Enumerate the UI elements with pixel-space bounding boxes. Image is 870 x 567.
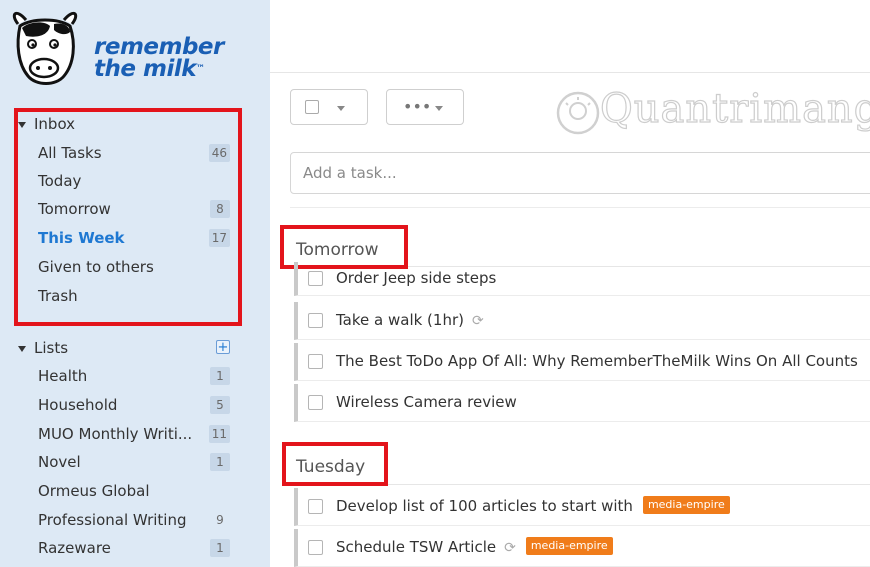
chevron-down-icon (435, 106, 443, 111)
lists-header[interactable]: Lists + (18, 334, 230, 362)
chevron-down-icon (337, 106, 345, 111)
checkbox-icon (305, 100, 319, 114)
sidebar-item-label: Professional Writing (38, 511, 187, 529)
brand-tm: ™ (196, 64, 205, 74)
tag-badge[interactable]: media-empire (642, 495, 730, 514)
sidebar-item-count: 5 (210, 396, 230, 414)
task-row[interactable]: Take a walk (1hr) ⟳ (294, 302, 870, 340)
refresh-icon: ⟳ (504, 540, 516, 556)
task-checkbox[interactable] (308, 313, 323, 328)
more-actions-button[interactable]: ••• (386, 89, 464, 125)
task-row[interactable]: Schedule TSW Article ⟳ media-empire (294, 529, 870, 567)
more-dots-icon: ••• (403, 97, 432, 116)
brand-line2: the milk (94, 56, 197, 82)
sidebar-item-label: Novel (38, 453, 81, 471)
sidebar: remember the milk™ Inbox All Tasks 46 To… (0, 0, 270, 567)
cow-logo-icon (12, 11, 78, 85)
add-list-button[interactable]: + (216, 340, 230, 354)
sidebar-item-label: Razeware (38, 539, 111, 557)
sidebar-item-count: 1 (210, 453, 230, 471)
watermark-text: Quantrimang (599, 85, 870, 132)
task-checkbox[interactable] (308, 271, 323, 286)
task-title: Schedule TSW Article (336, 538, 497, 556)
sidebar-item-count: 1 (210, 367, 230, 385)
tag-badge[interactable]: media-empire (525, 536, 613, 555)
task-row[interactable]: Order Jeep side steps (294, 262, 870, 296)
sidebar-item-professional-writing[interactable]: Professional Writing 9 (38, 506, 230, 534)
task-checkbox[interactable] (308, 395, 323, 410)
sidebar-item-household[interactable]: Household 5 (38, 391, 230, 419)
task-checkbox[interactable] (308, 499, 323, 514)
watermark-bulb-icon (556, 91, 600, 135)
divider (290, 207, 870, 208)
task-title: Order Jeep side steps (336, 269, 497, 287)
task-title: Develop list of 100 articles to start wi… (336, 497, 633, 515)
add-task-input[interactable]: Add a task... (290, 152, 870, 194)
task-title: The Best ToDo App Of All: Why RememberTh… (336, 352, 858, 370)
sidebar-item-label: Household (38, 396, 118, 414)
sidebar-item-label: MUO Monthly Writi... (38, 425, 193, 443)
refresh-icon: ⟳ (471, 313, 484, 329)
task-checkbox[interactable] (308, 354, 323, 369)
sidebar-item-count: 1 (210, 539, 230, 557)
sidebar-item-muo-monthly[interactable]: MUO Monthly Writi... 11 (38, 420, 230, 448)
sidebar-item-count: 9 (216, 513, 224, 527)
sidebar-item-label: Ormeus Global (38, 482, 150, 500)
sidebar-item-count: 11 (208, 425, 230, 443)
sidebar-item-ormeus-global[interactable]: Ormeus Global (38, 477, 230, 505)
select-tasks-button[interactable] (290, 89, 368, 125)
task-row[interactable]: Develop list of 100 articles to start wi… (294, 488, 870, 526)
task-title: Wireless Camera review (336, 393, 517, 411)
sidebar-item-razeware[interactable]: Razeware 1 (38, 534, 230, 562)
task-row[interactable]: The Best ToDo App Of All: Why RememberTh… (294, 343, 870, 381)
task-checkbox[interactable] (308, 540, 323, 555)
sidebar-item-novel[interactable]: Novel 1 (38, 448, 230, 476)
highlight-box-tuesday (282, 442, 388, 486)
sidebar-item-label: Health (38, 367, 88, 385)
task-row[interactable]: Wireless Camera review (294, 384, 870, 422)
sidebar-item-health[interactable]: Health 1 (38, 362, 230, 390)
app-logo[interactable]: remember the milk™ (6, 4, 224, 100)
caret-down-icon (18, 345, 26, 352)
task-title: Take a walk (1hr) (336, 311, 464, 329)
lists-header-label: Lists (34, 339, 69, 357)
highlight-box-inbox (14, 108, 242, 326)
